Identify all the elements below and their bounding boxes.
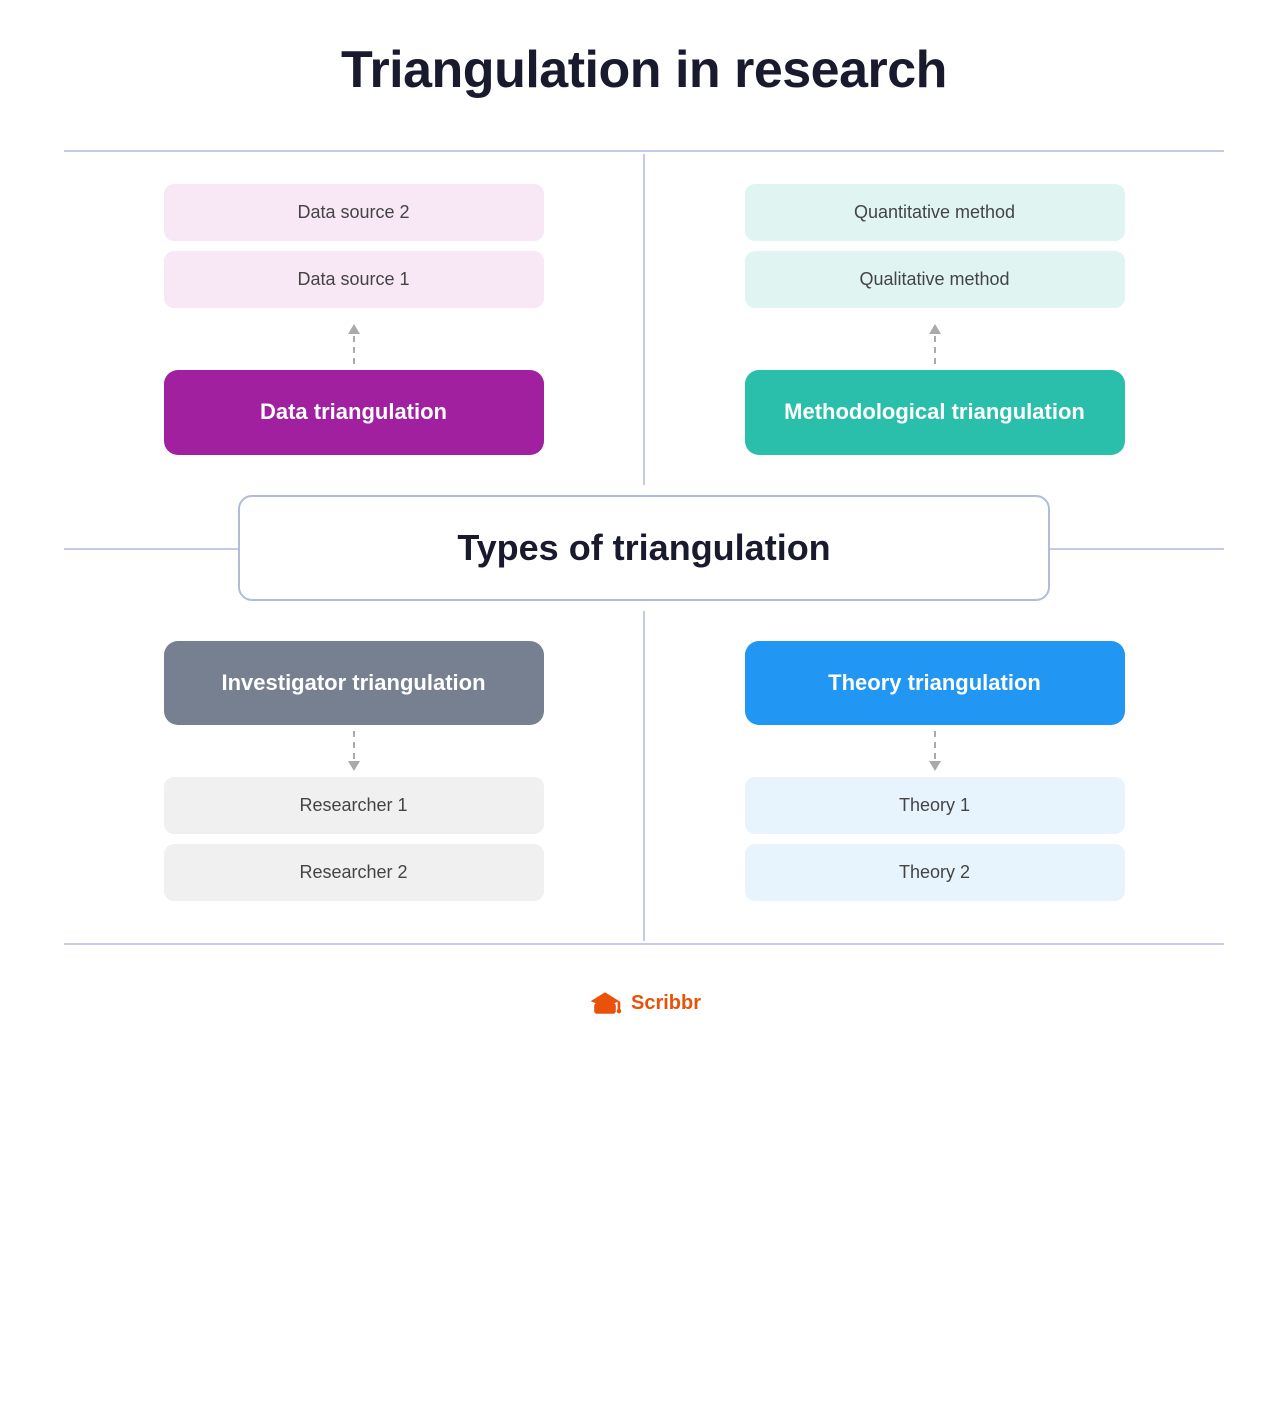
- dashed-line-theory: [934, 731, 936, 759]
- scribbr-icon: [587, 985, 623, 1021]
- methodological-arrow: [929, 324, 941, 364]
- page-title: Triangulation in research: [341, 40, 947, 100]
- data-source-1-box: Data source 1: [164, 251, 544, 308]
- theory-arrow: [929, 731, 941, 771]
- bottom-section: Investigator triangulation Researcher 1 …: [64, 611, 1224, 944]
- quantitative-method-box: Quantitative method: [745, 184, 1125, 241]
- data-triangulation-arrow: [348, 324, 360, 364]
- data-source-2-box: Data source 2: [164, 184, 544, 241]
- bottom-right-quadrant: Theory triangulation Theory 1 Theory 2: [645, 611, 1224, 942]
- arrowhead-down-inv: [348, 761, 360, 771]
- top-section: Data source 2 Data source 1 Data triangu…: [64, 152, 1224, 485]
- qualitative-method-box: Qualitative method: [745, 251, 1125, 308]
- types-of-triangulation-box: Types of triangulation: [238, 495, 1050, 601]
- bottom-line: [64, 943, 1224, 945]
- arrowhead-down-theory: [929, 761, 941, 771]
- theory-1-box: Theory 1: [745, 777, 1125, 834]
- dashed-line-data: [353, 336, 355, 364]
- footer: Scribbr: [587, 985, 701, 1021]
- methodological-triangulation-box: Methodological triangulation: [745, 370, 1125, 455]
- dashed-line-method: [934, 336, 936, 364]
- theory-2-box: Theory 2: [745, 844, 1125, 901]
- diagram-container: Data source 2 Data source 1 Data triangu…: [64, 150, 1224, 945]
- top-left-quadrant: Data source 2 Data source 1 Data triangu…: [64, 154, 643, 485]
- investigator-arrow: [348, 731, 360, 771]
- researcher-2-box: Researcher 2: [164, 844, 544, 901]
- researcher-1-box: Researcher 1: [164, 777, 544, 834]
- arrowhead-up-data: [348, 324, 360, 334]
- theory-triangulation-box: Theory triangulation: [745, 641, 1125, 726]
- scribbr-logo: Scribbr: [587, 985, 701, 1021]
- center-row: Types of triangulation: [64, 485, 1224, 611]
- arrowhead-up-method: [929, 324, 941, 334]
- scribbr-brand-label: Scribbr: [631, 992, 701, 1015]
- investigator-triangulation-box: Investigator triangulation: [164, 641, 544, 726]
- data-triangulation-box: Data triangulation: [164, 370, 544, 455]
- top-right-quadrant: Quantitative method Qualitative method M…: [645, 154, 1224, 485]
- dashed-line-inv: [353, 731, 355, 759]
- bottom-left-quadrant: Investigator triangulation Researcher 1 …: [64, 611, 643, 942]
